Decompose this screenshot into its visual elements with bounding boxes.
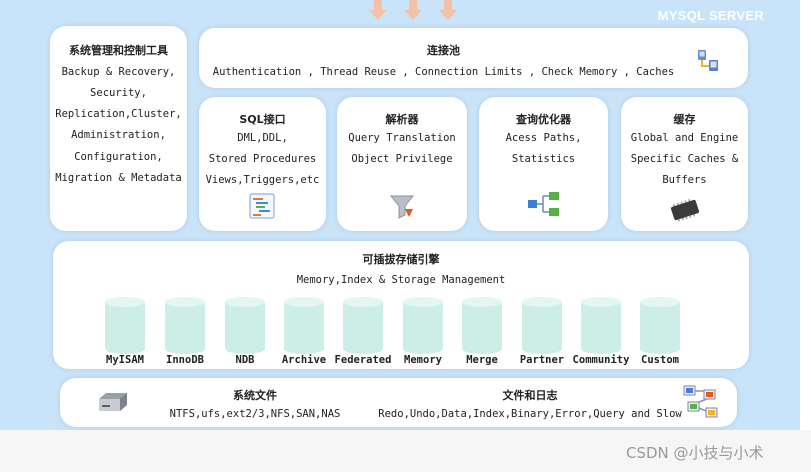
sql-interface-item: Stored Procedures [208, 153, 317, 165]
logs-items: Redo,Undo,Data,Index,Binary,Error,Query … [378, 408, 682, 420]
management-item: Configuration, [74, 151, 163, 163]
cache-item: Buffers [662, 174, 707, 186]
management-item: Replication,Cluster, [55, 108, 182, 120]
management-item: Backup & Recovery, [61, 66, 176, 78]
filesystem-title: 系统文件 [233, 389, 277, 402]
engine-cylinder [581, 297, 621, 354]
cache-item: Specific Caches & [630, 153, 739, 165]
sql-interface-card: SQL接口 DML,DDL, Stored Procedures Views,T… [199, 97, 326, 231]
chip-icon [670, 199, 700, 222]
cache-title: 缓存 [673, 113, 696, 126]
logs-title: 文件和日志 [502, 389, 558, 402]
files-card: 系统文件 NTFS,ufs,ext2/3,NFS,SAN,NAS 文件和日志 R… [60, 378, 737, 427]
server-title: MYSQL SERVER [657, 8, 764, 23]
watermark: CSDN @小技与小术 [626, 444, 764, 462]
engine-cylinder [225, 297, 265, 354]
connection-pool-items: Authentication , Thread Reuse , Connecti… [212, 66, 675, 78]
engine-cylinder [284, 297, 324, 354]
engine-cylinder [640, 297, 680, 354]
engine-cylinder [165, 297, 205, 354]
optimizer-title: 查询优化器 [516, 113, 571, 126]
parser-title: 解析器 [385, 113, 419, 126]
mysql-server-panel: MYSQL SERVER 系统管理和控制工具 Backup & Recovery… [0, 0, 800, 430]
management-item: Migration & Metadata [55, 172, 182, 184]
management-item: Administration, [71, 129, 166, 141]
engine-cylinder [462, 297, 502, 354]
engine-cylinder [522, 297, 562, 354]
engine-cylinder [403, 297, 443, 354]
optimizer-card: 查询优化器 Acess Paths, Statistics [479, 97, 608, 231]
engine-cylinder [105, 297, 145, 354]
disk-icon [99, 393, 127, 411]
parser-item: Object Privilege [351, 153, 453, 165]
management-item: Security, [90, 87, 147, 99]
network-icon [698, 50, 718, 71]
funnel-icon [389, 195, 415, 219]
optimizer-item: Statistics [511, 153, 576, 165]
arrow-down-icon [439, 0, 457, 20]
cache-card: 缓存 Global and Engine Specific Caches & B… [621, 97, 748, 231]
engine-cylinder [343, 297, 383, 354]
management-tools-card: 系统管理和控制工具 Backup & Recovery, Security, R… [50, 26, 187, 231]
filesystem-items: NTFS,ufs,ext2/3,NFS,SAN,NAS [169, 408, 341, 420]
list-icon [249, 193, 275, 219]
files-icon [683, 385, 718, 418]
cache-item: Global and Engine [630, 132, 739, 144]
flow-icon [528, 192, 559, 216]
arrow-down-icon [404, 0, 422, 20]
engine-label: Custom [641, 354, 679, 366]
connection-pool-title: 连接池 [427, 44, 460, 57]
sql-interface-item: Views,Triggers,etc [205, 174, 320, 186]
optimizer-item: Acess Paths, [505, 132, 582, 144]
parser-card: 解析器 Query Translation Object Privilege [337, 97, 467, 231]
management-title: 系统管理和控制工具 [69, 44, 168, 57]
sql-interface-item: DML,DDL, [237, 132, 288, 144]
storage-engines-title: 可插拔存储引擎 [362, 253, 440, 266]
connection-pool-card: 连接池 Authentication , Thread Reuse , Conn… [199, 28, 748, 88]
arrow-down-icon [369, 0, 387, 20]
sql-interface-title: SQL接口 [239, 113, 286, 126]
parser-item: Query Translation [348, 132, 456, 144]
storage-engines-subtitle: Memory,Index & Storage Management [296, 274, 506, 286]
